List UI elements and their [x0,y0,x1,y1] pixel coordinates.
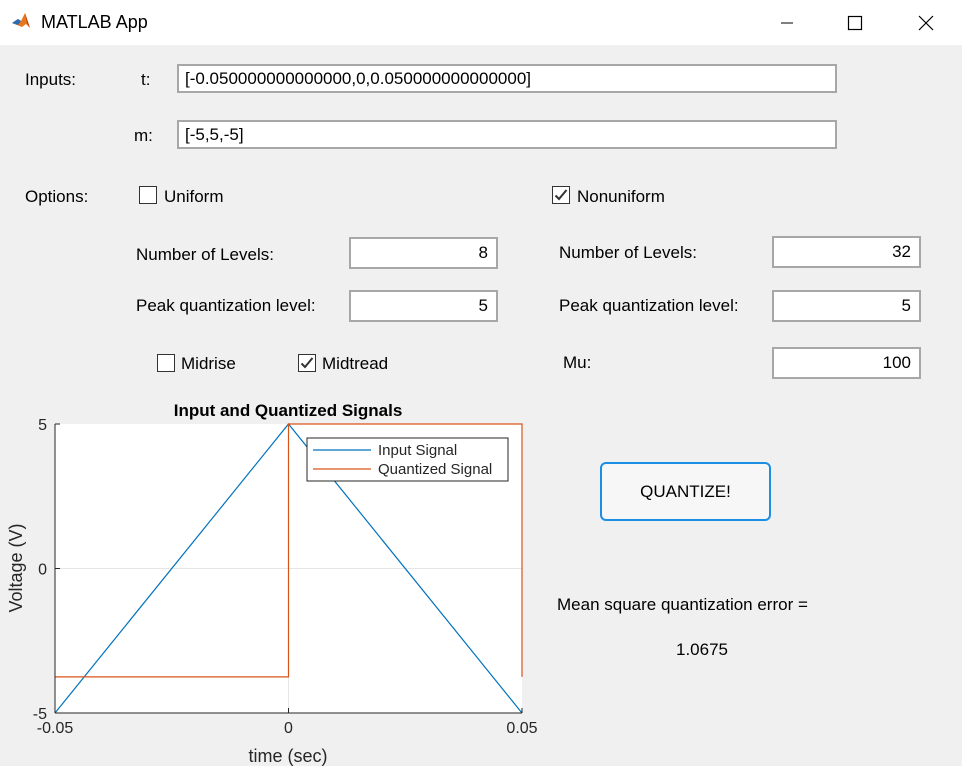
close-button[interactable] [891,0,961,45]
y-tick-label: 0 [38,562,47,579]
y-axis-label: Voltage (V) [6,523,26,612]
mu-label: Mu: [563,353,592,372]
title-bar: MATLAB App [0,0,962,45]
y-tick-label: -5 [33,706,47,723]
uniform-levels-label: Number of Levels: [136,245,274,264]
inputs-label: Inputs: [25,70,77,89]
legend-label-input: Input Signal [378,442,457,459]
nonuniform-levels-field[interactable]: 32 [772,236,921,268]
close-icon [918,15,934,30]
nonuniform-checkbox[interactable] [552,186,570,204]
mu-field[interactable]: 100 [772,347,921,379]
x-tick-label: 0.05 [506,720,537,737]
signal-chart: Input and Quantized Signals -0.05 0 0.05-5… [6,401,538,766]
quantize-button[interactable]: QUANTIZE! [600,462,771,521]
checkmark-icon [300,357,314,369]
nonuniform-peak-field[interactable]: 5 [772,290,921,322]
maximize-icon [847,15,863,30]
midrise-label: Midrise [181,354,236,373]
midtread-label: Midtread [322,354,389,373]
t-label: t: [141,70,151,89]
minimize-button[interactable] [752,0,822,45]
legend: Input Signal Quantized Signal [306,437,509,482]
mse-value: 1.0675 [676,640,728,659]
nonuniform-peak-label: Peak quantization level: [559,296,739,315]
m-label: m: [134,126,153,145]
t-input[interactable]: [-0.050000000000000,0,0.050000000000000] [177,64,837,93]
legend-label-quantized: Quantized Signal [378,461,492,478]
y-tick-label: 5 [38,417,47,434]
x-tick-label: 0 [284,720,293,737]
uniform-peak-field[interactable]: 5 [349,290,498,322]
mse-label: Mean square quantization error = [557,595,808,614]
maximize-button[interactable] [820,0,890,45]
x-axis-label: time (sec) [248,746,327,766]
midrise-checkbox[interactable] [157,354,175,372]
minimize-icon [781,22,793,23]
options-label: Options: [25,187,89,206]
uniform-label: Uniform [164,187,224,206]
nonuniform-label: Nonuniform [577,187,665,206]
checkmark-icon [554,189,568,201]
chart-title: Input and Quantized Signals [174,401,403,420]
midtread-checkbox[interactable] [298,354,316,372]
uniform-peak-label: Peak quantization level: [136,296,316,315]
uniform-levels-field[interactable]: 8 [349,237,498,269]
uniform-checkbox[interactable] [139,186,157,204]
window-title: MATLAB App [41,12,148,32]
matlab-logo-icon [12,13,30,28]
m-input[interactable]: [-5,5,-5] [177,120,837,149]
nonuniform-levels-label: Number of Levels: [559,243,697,262]
